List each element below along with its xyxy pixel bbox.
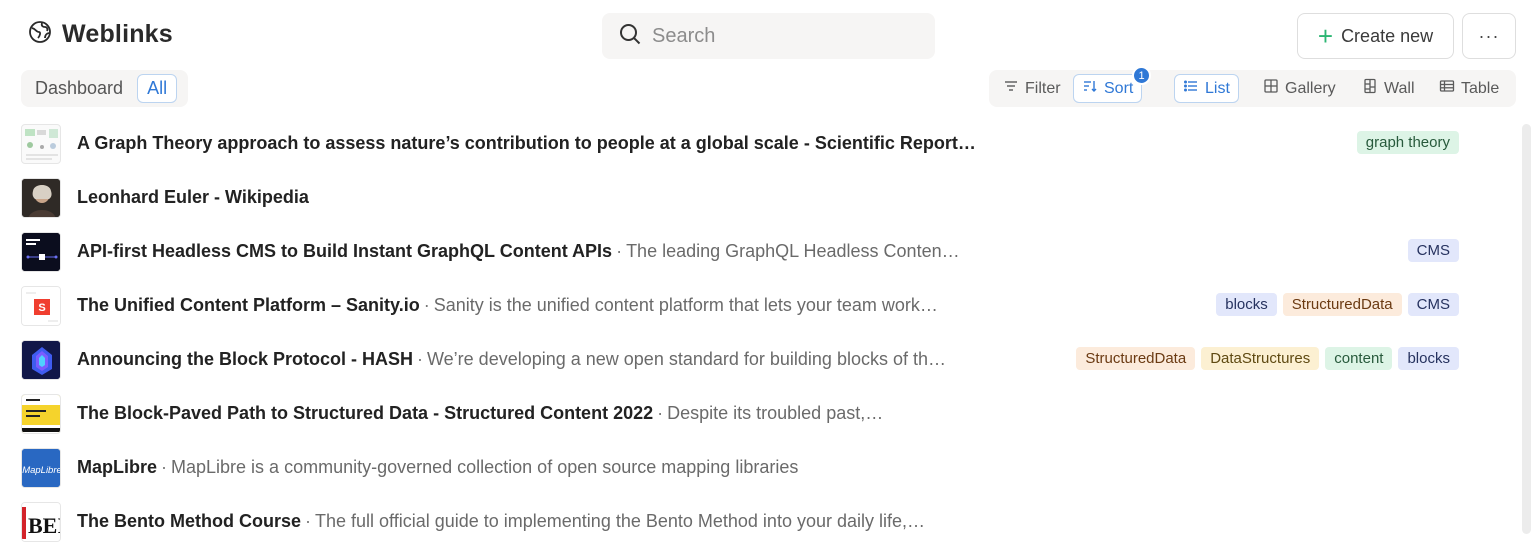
link-description: Despite its troubled past,…: [667, 403, 884, 423]
tag[interactable]: CMS: [1407, 293, 1459, 316]
list-item[interactable]: The Block-Paved Path to Structured Data …: [0, 387, 1520, 441]
link-thumbnail: S: [21, 286, 61, 326]
search-icon: [618, 22, 642, 51]
plus-icon: +: [1317, 21, 1334, 51]
view-toolbar: Filter Sort List Gallery Wall Table: [989, 70, 1516, 107]
list-item[interactable]: MapLibre MapLibre · MapLibre is a communit…: [0, 441, 1520, 495]
table-label: Table: [1461, 79, 1500, 97]
list-item[interactable]: Leonhard Euler - Wikipedia: [0, 171, 1520, 225]
create-new-button[interactable]: + Create new: [1297, 13, 1454, 59]
sort-label: Sort: [1104, 79, 1134, 97]
wall-icon: [1362, 78, 1378, 99]
link-thumbnail: MapLibre: [21, 448, 61, 488]
maplibre-logo-text: MapLibre: [22, 465, 61, 476]
link-description: Sanity is the unified content platform t…: [433, 295, 938, 315]
search-input[interactable]: [652, 24, 912, 48]
link-description: We’re developing a new open standard for…: [427, 349, 946, 369]
tag[interactable]: StructuredData: [1076, 347, 1196, 370]
tag[interactable]: CMS: [1407, 239, 1459, 262]
tag[interactable]: DataStructures: [1201, 347, 1320, 370]
link-description: MapLibre is a community-governed collect…: [171, 457, 799, 477]
tag[interactable]: blocks: [1216, 293, 1277, 316]
link-title: MapLibre: [77, 457, 158, 477]
tag-list: StructuredData DataStructures content bl…: [1076, 347, 1459, 370]
list-item[interactable]: API-first Headless CMS to Build Instant …: [0, 225, 1520, 279]
separator: ·: [305, 511, 311, 531]
sanity-logo-text: S: [38, 302, 45, 314]
link-thumbnail: [21, 232, 61, 272]
link-thumbnail: [21, 394, 61, 434]
view-tabs: Dashboard All: [21, 70, 188, 107]
tag-list: blocks StructuredData CMS: [1216, 293, 1459, 316]
list-label: List: [1205, 79, 1230, 97]
gallery-label: Gallery: [1285, 79, 1336, 97]
more-options-button[interactable]: ···: [1462, 13, 1516, 59]
page-title: Weblinks: [62, 20, 173, 48]
tag[interactable]: StructuredData: [1282, 293, 1402, 316]
link-description: The leading GraphQL Headless Conten…: [626, 241, 960, 261]
link-title: The Unified Content Platform – Sanity.io: [77, 295, 420, 315]
tag[interactable]: content: [1325, 347, 1393, 370]
list-item[interactable]: A Graph Theory approach to assess nature…: [0, 117, 1520, 171]
bento-logo-text: BEI: [28, 513, 61, 538]
sort-icon: [1082, 78, 1098, 99]
link-title: Leonhard Euler - Wikipedia: [77, 187, 309, 207]
tag-list: graph theory: [1356, 131, 1459, 154]
separator: ·: [423, 295, 430, 315]
link-thumbnail: [21, 340, 61, 380]
separator: ·: [616, 241, 623, 261]
table-icon: [1439, 78, 1455, 99]
link-title: A Graph Theory approach to assess nature…: [77, 133, 976, 153]
tag-list: CMS: [1407, 239, 1459, 262]
list-view-button[interactable]: List: [1174, 74, 1239, 103]
wall-label: Wall: [1384, 79, 1415, 97]
list-icon: [1183, 78, 1199, 99]
filter-button[interactable]: Filter: [995, 74, 1069, 103]
separator: ·: [161, 457, 168, 477]
brand: Weblinks: [28, 20, 173, 49]
link-title: Announcing the Block Protocol - HASH: [77, 349, 413, 369]
filter-label: Filter: [1025, 79, 1061, 97]
link-thumbnail: [21, 178, 61, 218]
globe-icon: [28, 20, 52, 49]
sort-count-badge: 1: [1132, 66, 1151, 85]
separator: ·: [417, 349, 423, 369]
list-item[interactable]: BEI The Bento Method Course·The full off…: [0, 495, 1520, 549]
link-thumbnail: [21, 124, 61, 164]
link-title: The Block-Paved Path to Structured Data …: [77, 403, 654, 423]
link-thumbnail: BEI: [21, 502, 61, 542]
tab-all[interactable]: All: [137, 74, 178, 103]
list-item[interactable]: Announcing the Block Protocol - HASH · We’…: [0, 333, 1520, 387]
tag[interactable]: graph theory: [1356, 131, 1459, 154]
tag[interactable]: blocks: [1398, 347, 1459, 370]
scrollbar[interactable]: [1522, 124, 1531, 534]
link-title: API-first Headless CMS to Build Instant …: [77, 241, 613, 261]
list-item[interactable]: S The Unified Content Platform – Sanity.…: [0, 279, 1520, 333]
search-box[interactable]: [602, 13, 935, 59]
separator: ·: [657, 403, 664, 423]
gallery-view-button[interactable]: Gallery: [1255, 74, 1344, 103]
link-title: The Bento Method Course: [77, 511, 301, 531]
link-description: The full official guide to implementing …: [315, 511, 926, 531]
wall-view-button[interactable]: Wall: [1354, 74, 1423, 103]
tab-dashboard[interactable]: Dashboard: [35, 78, 123, 99]
gallery-icon: [1263, 78, 1279, 99]
create-new-label: Create new: [1341, 25, 1434, 46]
filter-icon: [1003, 78, 1019, 99]
header: Weblinks + Create new ···: [0, 0, 1536, 72]
table-view-button[interactable]: Table: [1431, 74, 1507, 103]
